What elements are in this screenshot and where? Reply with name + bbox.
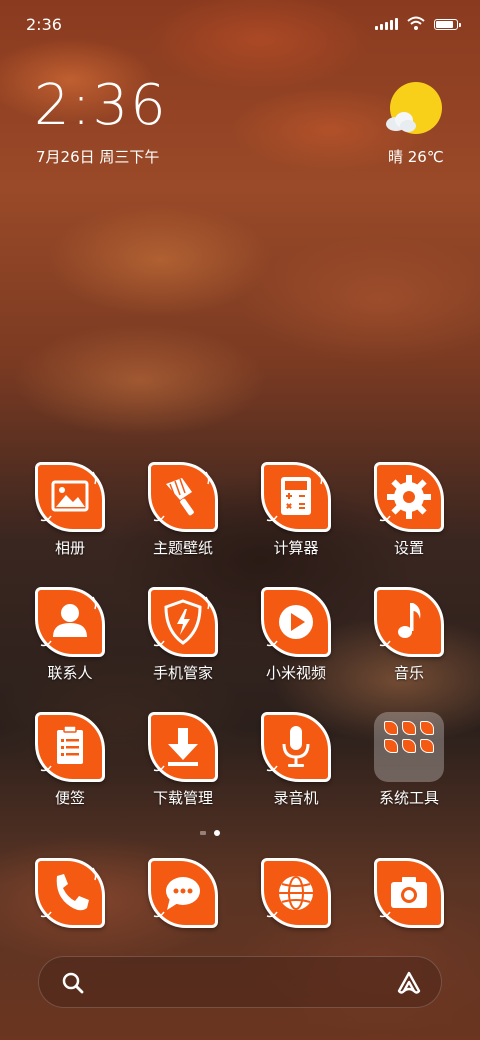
app-gallery[interactable]: 相册 xyxy=(20,462,120,558)
contact-person-icon xyxy=(40,596,97,647)
weather-widget-text[interactable]: 晴 26℃ xyxy=(388,146,444,167)
app-notes[interactable]: 便签 xyxy=(20,712,120,808)
app-recorder[interactable]: 录音机 xyxy=(246,712,346,808)
app-label: 便签 xyxy=(54,789,85,807)
app-video[interactable]: 小米视频 xyxy=(246,587,346,683)
app-label: 联系人 xyxy=(47,664,93,682)
app-label: 设置 xyxy=(393,539,424,557)
app-downloads[interactable]: 下载管理 xyxy=(133,712,233,808)
page-dot-current[interactable] xyxy=(214,830,220,836)
page-indicator[interactable] xyxy=(200,830,220,836)
notes-clipboard-icon xyxy=(40,725,83,772)
dock-messages[interactable] xyxy=(133,858,233,928)
app-music[interactable]: 音乐 xyxy=(359,587,459,683)
themes-brush-icon xyxy=(153,471,210,522)
app-label: 录音机 xyxy=(273,789,319,807)
status-bar-icons xyxy=(375,16,461,30)
app-label: 系统工具 xyxy=(378,789,439,807)
app-label: 小米视频 xyxy=(265,664,326,682)
page-dot[interactable] xyxy=(200,831,206,835)
search-bar[interactable] xyxy=(38,956,442,1008)
wifi-icon xyxy=(407,16,425,30)
gallery-icon xyxy=(40,471,97,522)
microphone-icon xyxy=(266,726,310,772)
browser-globe-icon xyxy=(266,876,313,918)
app-label: 计算器 xyxy=(273,539,319,557)
app-contacts[interactable]: 联系人 xyxy=(20,587,120,683)
app-security[interactable]: 手机管家 xyxy=(133,587,233,683)
folder-icon xyxy=(374,712,444,782)
clock-widget-date[interactable]: 7月26日 周三下午 xyxy=(36,146,159,167)
app-themes[interactable]: 主题壁纸 xyxy=(133,462,233,558)
play-video-icon xyxy=(266,605,313,647)
phone-icon xyxy=(40,867,97,918)
security-shield-icon xyxy=(153,596,210,647)
dock-camera[interactable] xyxy=(359,858,459,928)
app-system-tools-folder[interactable]: 系统工具 xyxy=(359,712,459,808)
assistant-icon[interactable] xyxy=(395,969,423,997)
music-note-icon xyxy=(379,603,421,647)
partly-sunny-icon[interactable] xyxy=(384,82,448,142)
app-settings[interactable]: 设置 xyxy=(359,462,459,558)
app-calculator[interactable]: 计算器 xyxy=(246,462,346,558)
app-label: 音乐 xyxy=(393,664,424,682)
signal-icon xyxy=(375,17,398,30)
app-label: 相册 xyxy=(54,539,85,557)
dock-browser[interactable] xyxy=(246,858,346,928)
app-label: 手机管家 xyxy=(152,664,213,682)
status-bar-time: 2:36 xyxy=(26,15,62,34)
gear-icon xyxy=(379,475,431,522)
download-arrow-icon xyxy=(153,728,198,772)
app-label: 下载管理 xyxy=(152,789,213,807)
battery-icon xyxy=(434,19,461,30)
clock-widget-time[interactable]: 2:36 xyxy=(34,78,168,134)
dock-phone[interactable] xyxy=(20,858,120,928)
search-icon[interactable] xyxy=(61,971,85,995)
camera-icon xyxy=(379,877,427,918)
calculator-icon xyxy=(266,471,323,522)
messages-icon xyxy=(153,877,200,918)
app-label: 主题壁纸 xyxy=(152,539,213,557)
